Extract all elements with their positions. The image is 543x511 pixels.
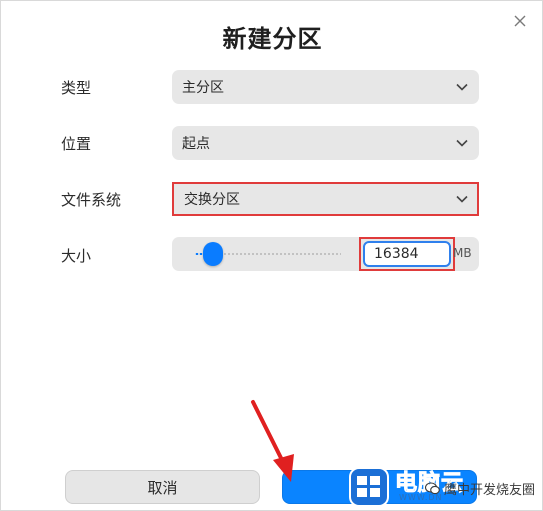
wechat-icon <box>425 482 440 495</box>
position-select-value: 起点 <box>182 136 210 152</box>
type-label: 类型 <box>61 79 92 97</box>
size-unit: MB <box>453 246 472 260</box>
chevron-down-icon <box>456 83 468 91</box>
size-slider-thumb[interactable] <box>202 242 223 266</box>
filesystem-select[interactable]: 交换分区 <box>172 182 479 216</box>
size-input-highlight <box>359 237 455 271</box>
watermark-label-group: 鹰中开发烧友圈 <box>425 479 535 498</box>
new-partition-dialog: 新建分区 类型 主分区 位置 起点 文件系统 交换分区 大小 MB 取消 <box>0 0 543 511</box>
size-input[interactable] <box>363 241 451 267</box>
filesystem-label: 文件系统 <box>61 191 122 209</box>
watermark: 电脑云 WWW.DN 鹰中开发烧友圈 <box>347 463 543 511</box>
filesystem-select-value: 交换分区 <box>184 192 240 208</box>
size-label: 大小 <box>61 247 92 265</box>
type-select[interactable]: 主分区 <box>172 70 479 104</box>
type-select-value: 主分区 <box>182 80 224 96</box>
watermark-text: 鹰中开发烧友圈 <box>444 483 536 498</box>
chevron-down-icon <box>456 139 468 147</box>
cancel-button[interactable]: 取消 <box>65 470 260 504</box>
red-arrow-annotation <box>251 400 294 482</box>
dialog-title: 新建分区 <box>222 25 323 53</box>
chevron-down-icon <box>456 195 468 203</box>
position-label: 位置 <box>61 135 92 153</box>
position-select[interactable]: 起点 <box>172 126 479 160</box>
watermark-logo-icon <box>349 467 389 507</box>
